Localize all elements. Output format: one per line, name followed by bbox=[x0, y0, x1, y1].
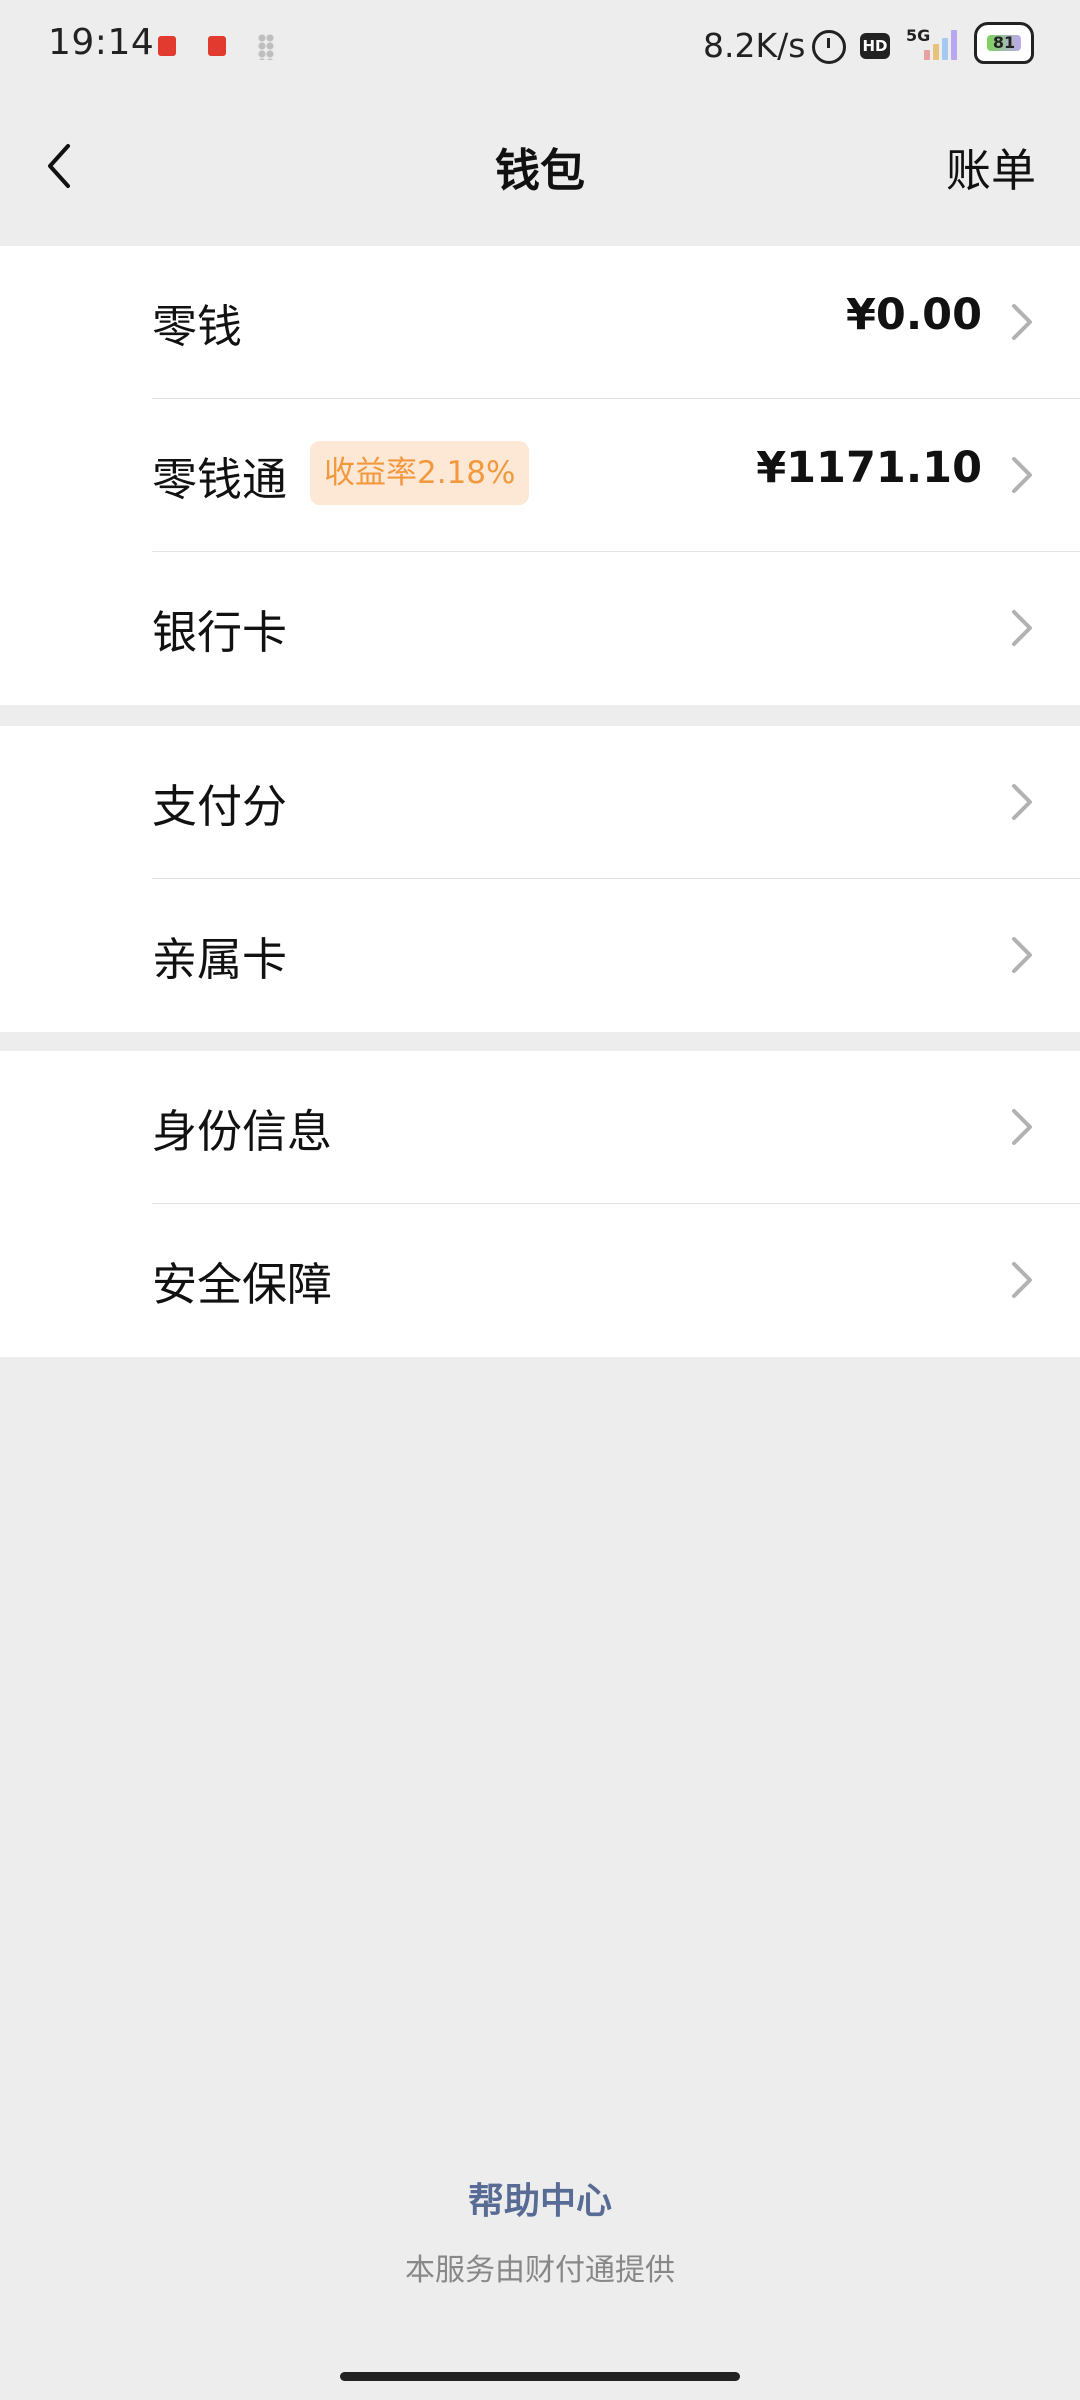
net-speed: 8.2K/s bbox=[703, 26, 806, 65]
item-label: 零钱 bbox=[152, 300, 243, 353]
battery-icon: 81 bbox=[974, 22, 1034, 64]
nav-bar: 钱包 账单 bbox=[0, 96, 1080, 246]
page-title: 钱包 bbox=[494, 144, 585, 197]
status-time: 19:14 bbox=[48, 22, 155, 63]
status-bar: 19:14 8.2K/s HD 5G 81 bbox=[0, 0, 1080, 96]
chevron-right-icon bbox=[1012, 1109, 1032, 1145]
home-indicator[interactable] bbox=[340, 2372, 740, 2381]
list-item-change[interactable]: 零钱 ¥0.00 bbox=[0, 246, 1080, 399]
wallet-group-3: 身份信息 安全保障 bbox=[0, 1051, 1080, 1357]
list-item-pay-score[interactable]: 支付分 bbox=[0, 726, 1080, 879]
list-item-family-card[interactable]: 亲属卡 bbox=[0, 879, 1080, 1032]
notification-icon bbox=[158, 36, 176, 56]
item-label: 支付分 bbox=[152, 780, 288, 833]
yield-badge: 收益率2.18% bbox=[310, 441, 530, 505]
signal-icon bbox=[924, 28, 964, 60]
item-label: 亲属卡 bbox=[152, 933, 288, 986]
item-label: 银行卡 bbox=[152, 606, 288, 659]
alarm-icon bbox=[812, 30, 846, 64]
chevron-right-icon bbox=[1012, 937, 1032, 973]
wallet-group-1: 零钱 ¥0.00 零钱通 收益率2.18% ¥1171.10 银行卡 bbox=[0, 246, 1080, 705]
notification-icon bbox=[208, 36, 226, 56]
item-label: 身份信息 bbox=[152, 1105, 333, 1158]
help-center-link[interactable]: 帮助中心 bbox=[0, 2172, 1080, 2224]
chevron-right-icon bbox=[1012, 784, 1032, 820]
list-item-change-pass[interactable]: 零钱通 收益率2.18% ¥1171.10 bbox=[0, 399, 1080, 552]
item-value: ¥0.00 bbox=[845, 290, 982, 340]
chevron-right-icon bbox=[1012, 457, 1032, 493]
item-value: ¥1171.10 bbox=[756, 443, 982, 493]
bill-button[interactable]: 账单 bbox=[946, 134, 1036, 199]
chevron-right-icon bbox=[1012, 1262, 1032, 1298]
battery-level: 81 bbox=[987, 35, 1021, 51]
hd-icon: HD bbox=[860, 33, 890, 59]
list-item-bank-card[interactable]: 银行卡 bbox=[0, 552, 1080, 705]
list-item-identity[interactable]: 身份信息 bbox=[0, 1051, 1080, 1204]
chevron-right-icon bbox=[1012, 610, 1032, 646]
provider-text: 本服务由财付通提供 bbox=[405, 2253, 675, 2288]
wallet-group-2: 支付分 亲属卡 bbox=[0, 726, 1080, 1032]
dots-icon bbox=[258, 34, 274, 60]
chevron-right-icon bbox=[1012, 304, 1032, 340]
list-item-security[interactable]: 安全保障 bbox=[0, 1204, 1080, 1357]
item-label: 安全保障 bbox=[152, 1258, 333, 1311]
item-label: 零钱通 bbox=[152, 453, 288, 506]
